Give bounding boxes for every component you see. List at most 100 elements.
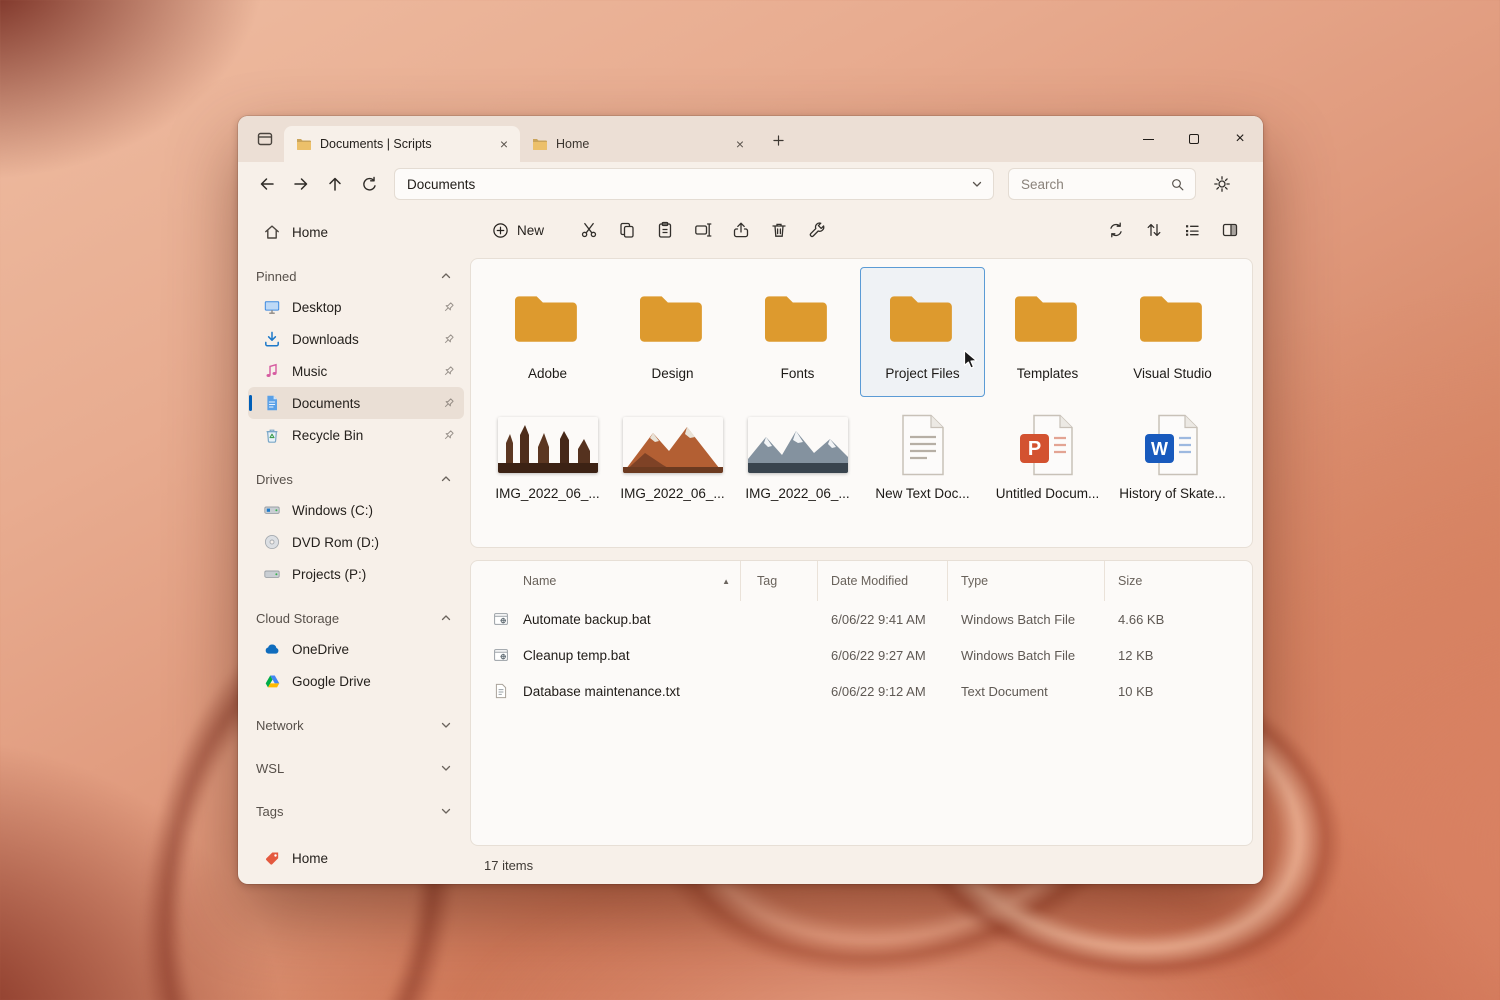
- document-icon: [262, 394, 282, 412]
- sidebar-item-home[interactable]: Home: [248, 216, 464, 248]
- file-tile-img3[interactable]: IMG_2022_06_...: [735, 397, 860, 522]
- photo-thumbnail: [748, 412, 848, 478]
- file-row-cleanup-temp[interactable]: Cleanup temp.bat 6/06/22 9:27 AM Windows…: [471, 637, 1252, 673]
- sidebar-item-dvd-d[interactable]: DVD Rom (D:): [248, 526, 464, 558]
- file-tile-untitled-document[interactable]: Untitled Docum...: [985, 397, 1110, 522]
- sidebar-section-wsl[interactable]: WSL: [248, 753, 464, 783]
- file-explorer-window: Documents | Scripts × Home × × Documents…: [238, 116, 1263, 884]
- chevron-down-icon[interactable]: [440, 719, 452, 731]
- sidebar-section-cloud-storage[interactable]: Cloud Storage: [248, 603, 464, 633]
- sidebar-item-downloads[interactable]: Downloads: [248, 323, 464, 355]
- chevron-down-icon[interactable]: [440, 762, 452, 774]
- column-header-tag[interactable]: Tag: [741, 561, 818, 601]
- close-button[interactable]: ×: [1217, 116, 1263, 162]
- drive-icon: [262, 565, 282, 583]
- sidebar-item-onedrive[interactable]: OneDrive: [248, 633, 464, 665]
- rename-button[interactable]: [684, 213, 722, 247]
- copy-button[interactable]: [608, 213, 646, 247]
- column-header-date-modified[interactable]: Date Modified: [818, 561, 948, 601]
- file-row-database-maintenance[interactable]: Database maintenance.txt 6/06/22 9:12 AM…: [471, 673, 1252, 709]
- file-tile-history-of-skate[interactable]: History of Skate...: [1110, 397, 1235, 522]
- sidebar-item-music[interactable]: Music: [248, 355, 464, 387]
- tab-title: Home: [556, 137, 722, 151]
- sync-button[interactable]: [1097, 213, 1135, 247]
- chevron-down-icon[interactable]: [440, 805, 452, 817]
- delete-button[interactable]: [760, 213, 798, 247]
- column-header-name[interactable]: Name ▲: [523, 561, 741, 601]
- tools-button[interactable]: [798, 213, 836, 247]
- new-button[interactable]: New: [480, 215, 556, 246]
- folder-tile-design[interactable]: Design: [610, 267, 735, 397]
- column-label: Tag: [757, 574, 777, 588]
- column-header-size[interactable]: Size: [1105, 561, 1201, 601]
- sidebar-section-network[interactable]: Network: [248, 710, 464, 740]
- chevron-up-icon[interactable]: [440, 270, 452, 282]
- status-bar: 17 items: [470, 846, 1253, 884]
- search-icon: [1170, 177, 1185, 192]
- file-tile-img2[interactable]: IMG_2022_06_...: [610, 397, 735, 522]
- text-document-icon: [897, 412, 949, 478]
- tab-list-icon[interactable]: [250, 124, 280, 154]
- folder-name: Project Files: [885, 366, 959, 381]
- folder-tile-templates[interactable]: Templates: [985, 267, 1110, 397]
- details-pane-button[interactable]: [1211, 213, 1249, 247]
- minimize-button[interactable]: [1125, 116, 1171, 162]
- new-tab-button[interactable]: [764, 126, 792, 154]
- folder-icon: [1140, 280, 1206, 358]
- sidebar-item-desktop[interactable]: Desktop: [248, 291, 464, 323]
- folders-row: Adobe Design Fonts Project Files: [485, 267, 1238, 397]
- address-dropdown-icon[interactable]: [971, 178, 983, 190]
- tab-close-icon[interactable]: ×: [494, 134, 514, 154]
- back-button[interactable]: [250, 168, 284, 200]
- pin-icon: [441, 428, 456, 443]
- file-row-automate-backup[interactable]: Automate backup.bat 6/06/22 9:41 AM Wind…: [471, 601, 1252, 637]
- tab-folder-icon: [532, 138, 548, 151]
- chevron-up-icon[interactable]: [440, 473, 452, 485]
- sidebar-item-projects-p[interactable]: Projects (P:): [248, 558, 464, 590]
- tab-bar: Documents | Scripts × Home × ×: [238, 116, 1263, 162]
- folder-tile-visual-studio[interactable]: Visual Studio: [1110, 267, 1235, 397]
- tab-home[interactable]: Home ×: [520, 126, 756, 162]
- tag-icon: [262, 850, 282, 867]
- tab-documents-scripts[interactable]: Documents | Scripts ×: [284, 126, 520, 162]
- tab-close-icon[interactable]: ×: [730, 134, 750, 154]
- column-header-type[interactable]: Type: [948, 561, 1105, 601]
- wrench-icon: [808, 221, 826, 239]
- sidebar-item-google-drive[interactable]: Google Drive: [248, 665, 464, 697]
- batch-file-icon: [493, 647, 509, 663]
- tab-title: Documents | Scripts: [320, 137, 486, 151]
- file-tile-new-text-doc[interactable]: New Text Doc...: [860, 397, 985, 522]
- sidebar-item-label: Home: [292, 851, 328, 866]
- search-input[interactable]: Search: [1008, 168, 1196, 200]
- settings-button[interactable]: [1204, 168, 1240, 200]
- sidebar-section-drives[interactable]: Drives: [248, 464, 464, 494]
- sidebar-tag-home[interactable]: Home: [248, 842, 464, 874]
- window-controls: ×: [1125, 116, 1263, 162]
- file-name: Database maintenance.txt: [523, 684, 741, 699]
- sidebar-section-tags[interactable]: Tags: [248, 796, 464, 826]
- sidebar-item-windows-c[interactable]: Windows (C:): [248, 494, 464, 526]
- chevron-up-icon[interactable]: [440, 612, 452, 624]
- folder-tile-project-files[interactable]: Project Files: [860, 267, 985, 397]
- forward-button[interactable]: [284, 168, 318, 200]
- sidebar-item-recycle-bin[interactable]: Recycle Bin: [248, 419, 464, 451]
- address-bar[interactable]: Documents: [394, 168, 994, 200]
- up-button[interactable]: [318, 168, 352, 200]
- music-icon: [262, 362, 282, 380]
- file-name: IMG_2022_06_...: [745, 486, 849, 501]
- paste-button[interactable]: [646, 213, 684, 247]
- view-options-button[interactable]: [1173, 213, 1211, 247]
- folder-tile-fonts[interactable]: Fonts: [735, 267, 860, 397]
- sidebar-section-pinned[interactable]: Pinned: [248, 261, 464, 291]
- file-tile-img1[interactable]: IMG_2022_06_...: [485, 397, 610, 522]
- folder-icon: [1015, 280, 1081, 358]
- cut-button[interactable]: [570, 213, 608, 247]
- folder-tile-adobe[interactable]: Adobe: [485, 267, 610, 397]
- refresh-icon: [361, 176, 378, 193]
- share-button[interactable]: [722, 213, 760, 247]
- sidebar-item-documents[interactable]: Documents: [248, 387, 464, 419]
- refresh-button[interactable]: [352, 168, 386, 200]
- maximize-button[interactable]: [1171, 116, 1217, 162]
- folder-name: Visual Studio: [1133, 366, 1212, 381]
- sort-button[interactable]: [1135, 213, 1173, 247]
